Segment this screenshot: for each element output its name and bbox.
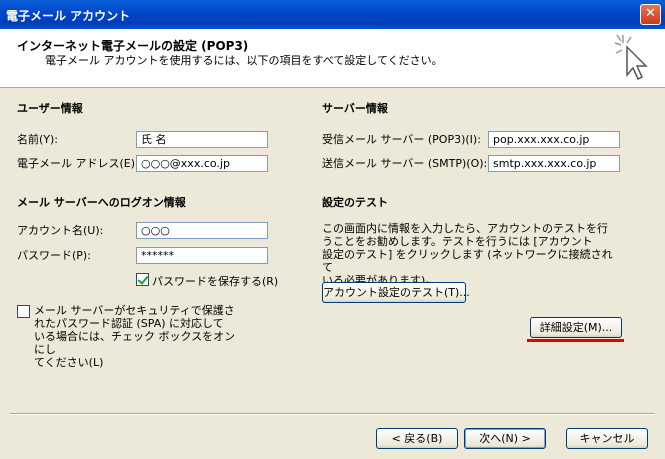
spa-checkbox[interactable] — [17, 305, 30, 318]
cancel-button[interactable]: キャンセル — [566, 428, 648, 449]
test-account-settings-button[interactable]: アカウント設定のテスト(T)... — [322, 282, 470, 303]
name-label: 名前(Y): — [17, 133, 59, 146]
spa-label-line: いる場合には、チェック ボックスをオンにし — [34, 330, 236, 356]
spa-label[interactable]: メール サーバーがセキュリティで保護さ れたパスワード認証 (SPA) に対応し… — [34, 304, 244, 369]
test-description-line: うことをお勧めします。テストを行うには [アカウント — [322, 235, 593, 248]
next-button[interactable]: 次へ(N) > — [464, 428, 546, 449]
save-password-label[interactable]: パスワードを保存する(R) — [152, 273, 278, 289]
test-description-line: 設定のテスト] をクリックします (ネットワークに接続されて — [322, 248, 613, 274]
password-field[interactable]: ****** — [136, 247, 268, 264]
incoming-server-field[interactable]: pop.xxx.xxx.co.jp — [488, 131, 620, 148]
page-subtitle: 電子メール アカウントを使用するには、以下の項目をすべて設定してください。 — [45, 54, 443, 67]
spa-label-line: てください(L) — [34, 356, 104, 369]
test-description: この画面内に情報を入力したら、アカウントのテストを行 うことをお勧めします。テス… — [322, 222, 622, 287]
outgoing-server-field[interactable]: smtp.xxx.xxx.co.jp — [488, 155, 620, 172]
highlight-underline — [527, 339, 624, 342]
footer-divider — [10, 413, 655, 415]
user-info-heading: ユーザー情報 — [17, 102, 83, 115]
password-label: パスワード(P): — [17, 249, 91, 262]
close-icon[interactable]: ✕ — [640, 4, 661, 25]
test-description-line: この画面内に情報を入力したら、アカウントのテストを行 — [322, 222, 608, 235]
email-label: 電子メール アドレス(E): — [17, 157, 139, 170]
account-name-label: アカウント名(U): — [17, 224, 104, 237]
incoming-server-label: 受信メール サーバー (POP3)(I): — [322, 133, 481, 146]
account-name-field[interactable]: ○○○ — [136, 222, 268, 239]
outgoing-server-label: 送信メール サーバー (SMTP)(O): — [322, 157, 488, 170]
dialog-header: インターネット電子メールの設定 (POP3) 電子メール アカウントを使用するに… — [0, 29, 665, 88]
advanced-settings-button[interactable]: 詳細設定(M)... — [530, 317, 622, 338]
back-button[interactable]: < 戻る(B) — [376, 428, 458, 449]
cursor-sparkle-icon — [614, 34, 648, 81]
logon-info-heading: メール サーバーへのログオン情報 — [17, 196, 186, 209]
save-password-checkbox[interactable] — [136, 273, 149, 286]
spa-label-line: れたパスワード認証 (SPA) に対応して — [34, 317, 224, 330]
window-title: 電子メール アカウント — [6, 9, 131, 23]
name-field[interactable]: 氏 名 — [136, 131, 268, 148]
email-field[interactable]: ○○○@xxx.co.jp — [136, 155, 268, 172]
spa-label-line: メール サーバーがセキュリティで保護さ — [34, 304, 235, 317]
test-heading: 設定のテスト — [322, 196, 388, 209]
title-bar[interactable]: 電子メール アカウント ✕ — [0, 0, 665, 29]
server-info-heading: サーバー情報 — [322, 102, 388, 115]
